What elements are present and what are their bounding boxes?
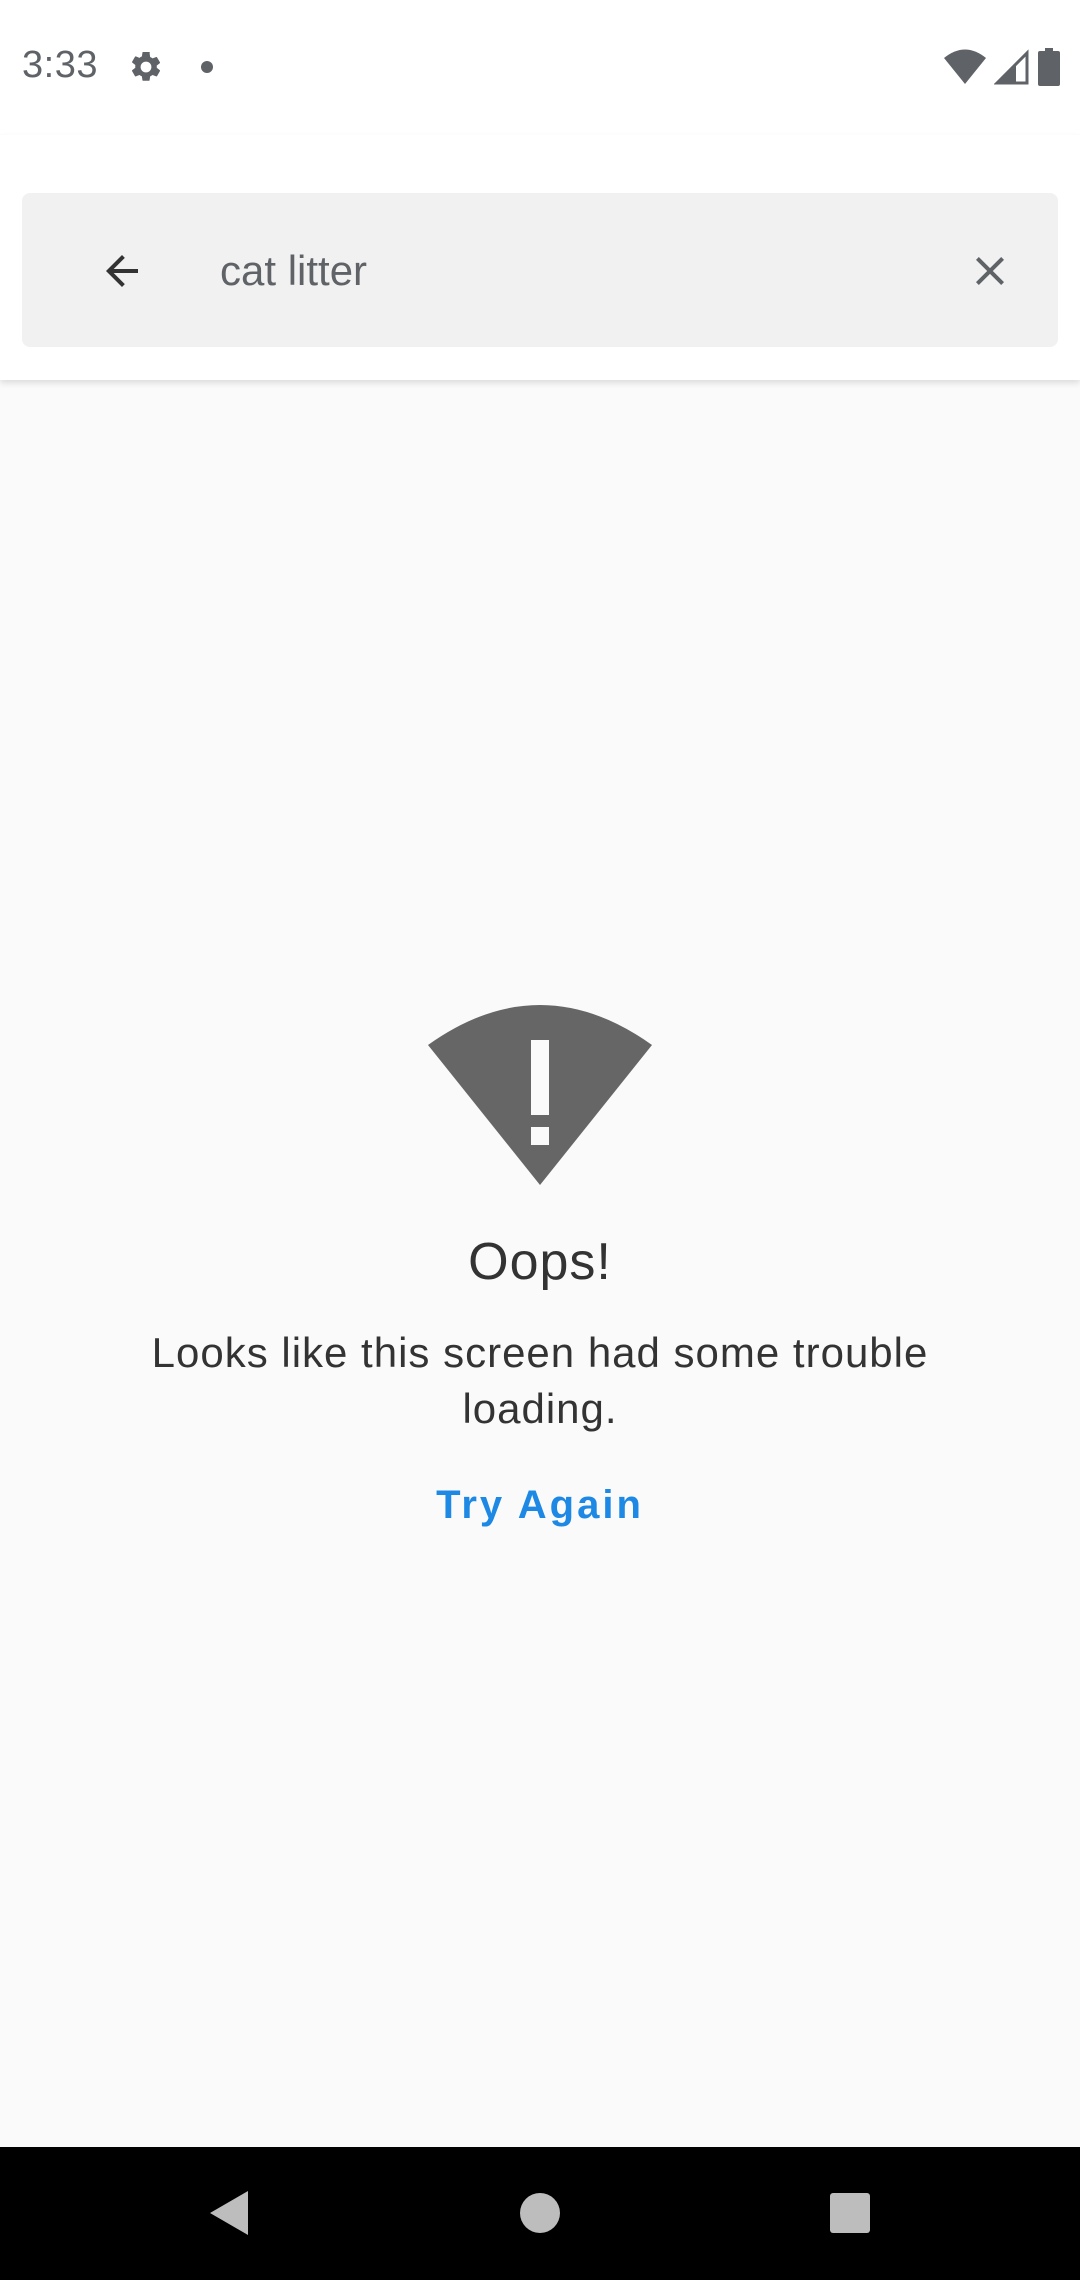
close-icon — [976, 257, 1004, 285]
try-again-button[interactable]: Try Again — [390, 1470, 690, 1540]
back-button[interactable] — [82, 231, 162, 311]
clear-search-button[interactable] — [950, 231, 1030, 311]
notification-dot-icon — [201, 61, 213, 73]
screen: 3:33 cat litter Oops! Looks like this sc… — [0, 0, 1080, 2280]
nav-recents-button[interactable] — [810, 2173, 890, 2253]
battery-icon — [1038, 48, 1060, 86]
system-navigation-bar — [0, 2147, 1080, 2280]
arrow-left-icon — [106, 255, 138, 287]
cell-signal-icon — [994, 49, 1029, 85]
error-title: Oops! — [468, 1233, 612, 1291]
status-icons — [944, 48, 1060, 86]
recents-square-icon — [830, 2193, 870, 2233]
no-connection-warning-icon — [428, 1005, 652, 1185]
nav-back-button[interactable] — [190, 2173, 270, 2253]
status-bar: 3:33 — [0, 0, 1080, 135]
error-message: Looks like this screen had some trouble … — [151, 1329, 929, 1432]
status-time: 3:33 — [22, 44, 98, 86]
search-input[interactable] — [220, 233, 920, 309]
home-circle-icon — [520, 2193, 560, 2233]
search-box — [22, 193, 1058, 347]
back-triangle-icon — [210, 2191, 248, 2235]
gear-icon — [132, 51, 161, 81]
wifi-icon — [944, 49, 986, 84]
search-app-bar — [0, 135, 1080, 380]
nav-home-button[interactable] — [500, 2173, 580, 2253]
